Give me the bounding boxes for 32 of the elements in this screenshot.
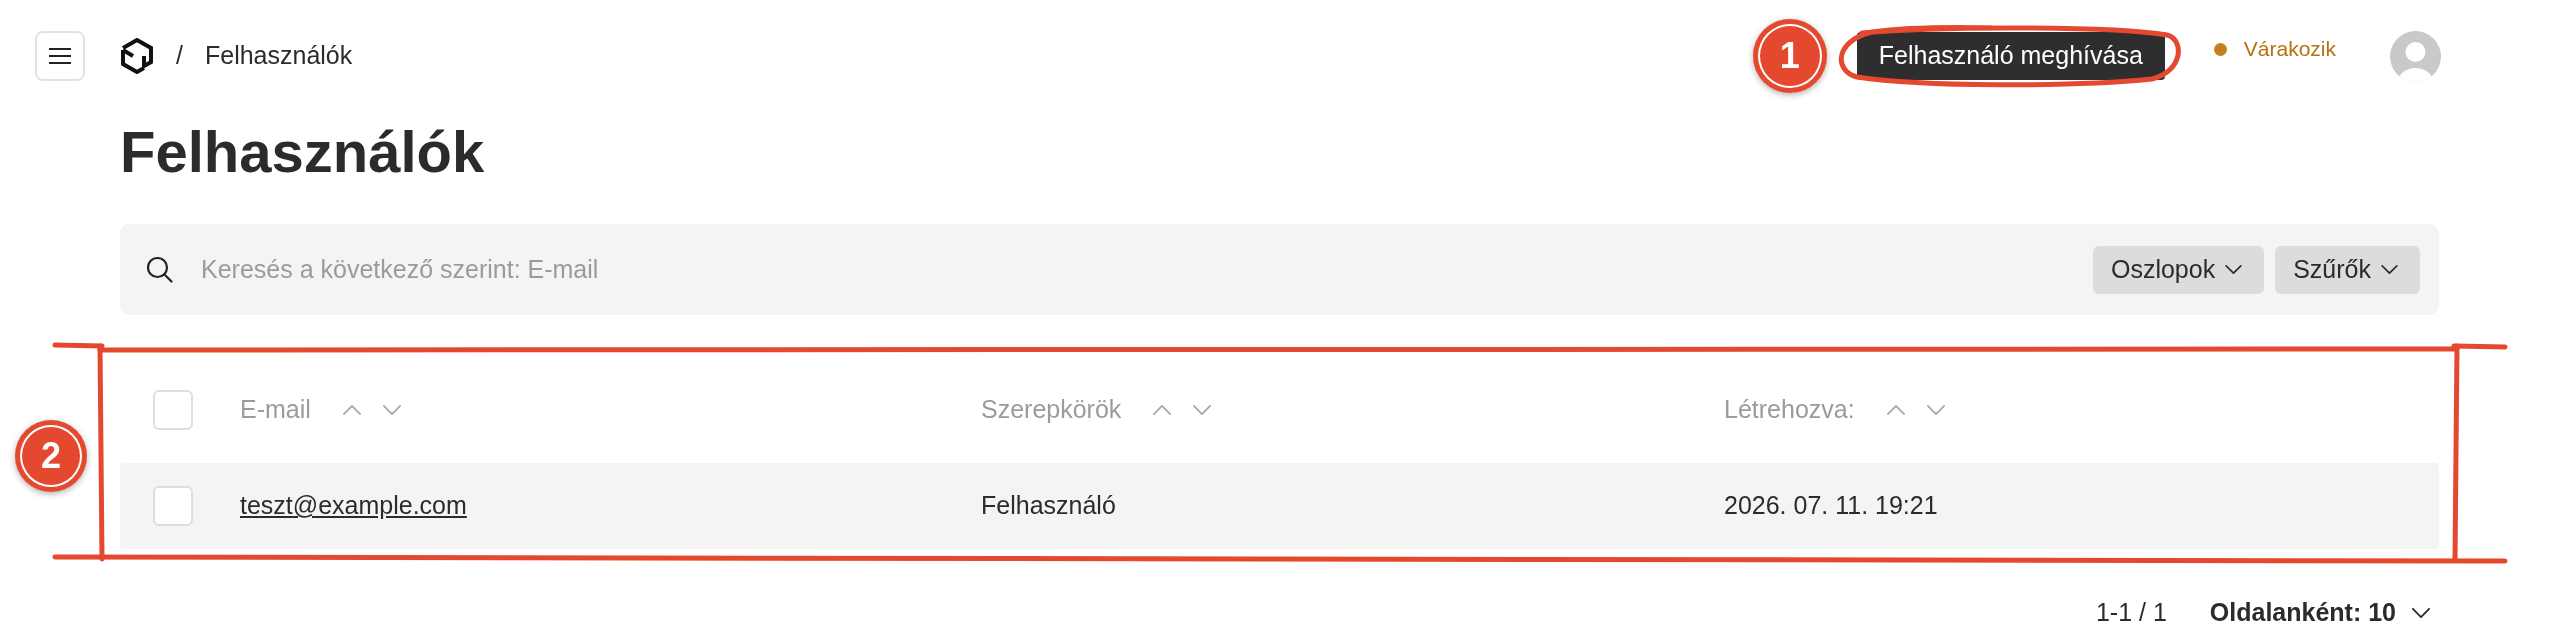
breadcrumb-current: Felhasználók bbox=[204, 40, 353, 72]
checkbox[interactable] bbox=[153, 390, 193, 430]
chevron-down-icon bbox=[2225, 265, 2243, 274]
table-cell-text: 2026. 07. 11. 19:21 bbox=[1724, 490, 1938, 522]
sort-ascending-icon[interactable] bbox=[342, 405, 361, 415]
step-number-badge: 1 bbox=[1752, 19, 1827, 93]
user-avatar-icon[interactable] bbox=[2390, 30, 2441, 82]
chevron-down-icon bbox=[2412, 607, 2430, 618]
checkbox[interactable] bbox=[153, 486, 193, 526]
chevron-down-icon bbox=[2381, 265, 2398, 274]
sort-descending-icon[interactable] bbox=[1193, 405, 1212, 415]
sort-descending-icon[interactable] bbox=[382, 405, 401, 415]
table-cell-text: Felhasználó bbox=[981, 490, 1116, 522]
sort-ascending-icon[interactable] bbox=[1153, 405, 1172, 415]
page-title: Felhasználók bbox=[120, 123, 486, 181]
sort-descending-icon[interactable] bbox=[1926, 405, 1945, 415]
page-range: 1-1 / 1 bbox=[2095, 597, 2167, 628]
menu-icon bbox=[49, 48, 71, 64]
status-label: Várakozik bbox=[2243, 36, 2336, 63]
menu-button[interactable] bbox=[35, 31, 85, 81]
sort-ascending-icon[interactable] bbox=[1886, 405, 1905, 415]
search-icon bbox=[146, 256, 173, 283]
invite-user-button[interactable]: Felhasználó meghívása bbox=[1856, 32, 2165, 80]
search-input[interactable]: Keresés a következő szerint: E-mail bbox=[201, 249, 2093, 290]
email-link[interactable]: teszt@example.com bbox=[240, 487, 467, 525]
step-number-badge: 2 bbox=[15, 420, 87, 492]
breadcrumb-separator: / bbox=[176, 40, 183, 72]
per-page-select[interactable]: Oldalanként: 10 bbox=[2209, 594, 2430, 630]
logo-icon[interactable] bbox=[120, 38, 154, 74]
dropdown-button[interactable]: Oszlopok bbox=[2092, 245, 2265, 294]
dropdown-button[interactable]: Szűrők bbox=[2275, 245, 2420, 294]
table-row[interactable]: teszt@example.com Felhasználó 2026. 07. 11. 19:21 bbox=[120, 463, 2439, 549]
